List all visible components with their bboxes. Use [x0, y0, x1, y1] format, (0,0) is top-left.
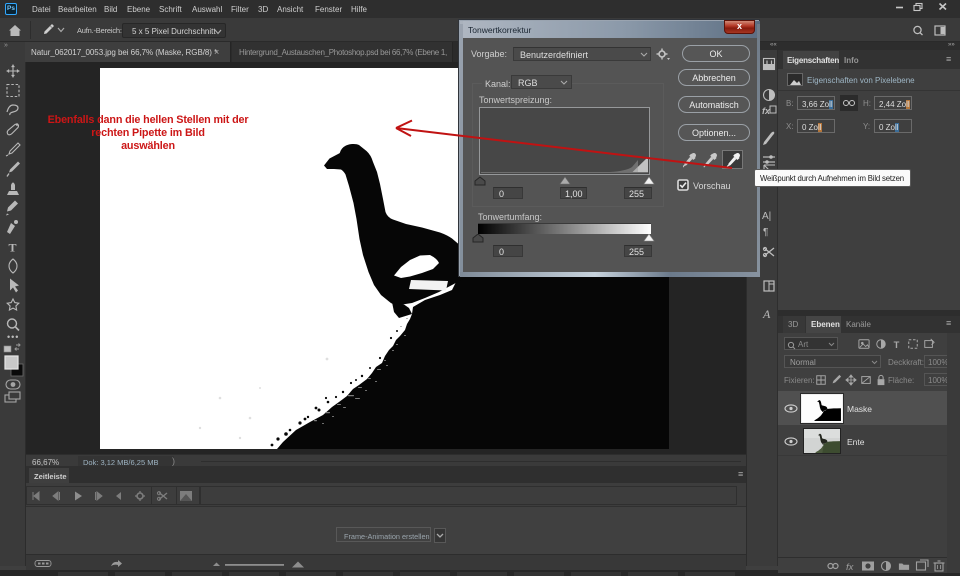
svg-text:T: T: [894, 340, 900, 350]
svg-text:¶: ¶: [763, 227, 768, 238]
svg-text:fx: fx: [846, 562, 855, 573]
svg-text:T: T: [9, 241, 17, 255]
svg-text:A: A: [762, 307, 771, 321]
svg-text:A|: A|: [762, 211, 771, 222]
